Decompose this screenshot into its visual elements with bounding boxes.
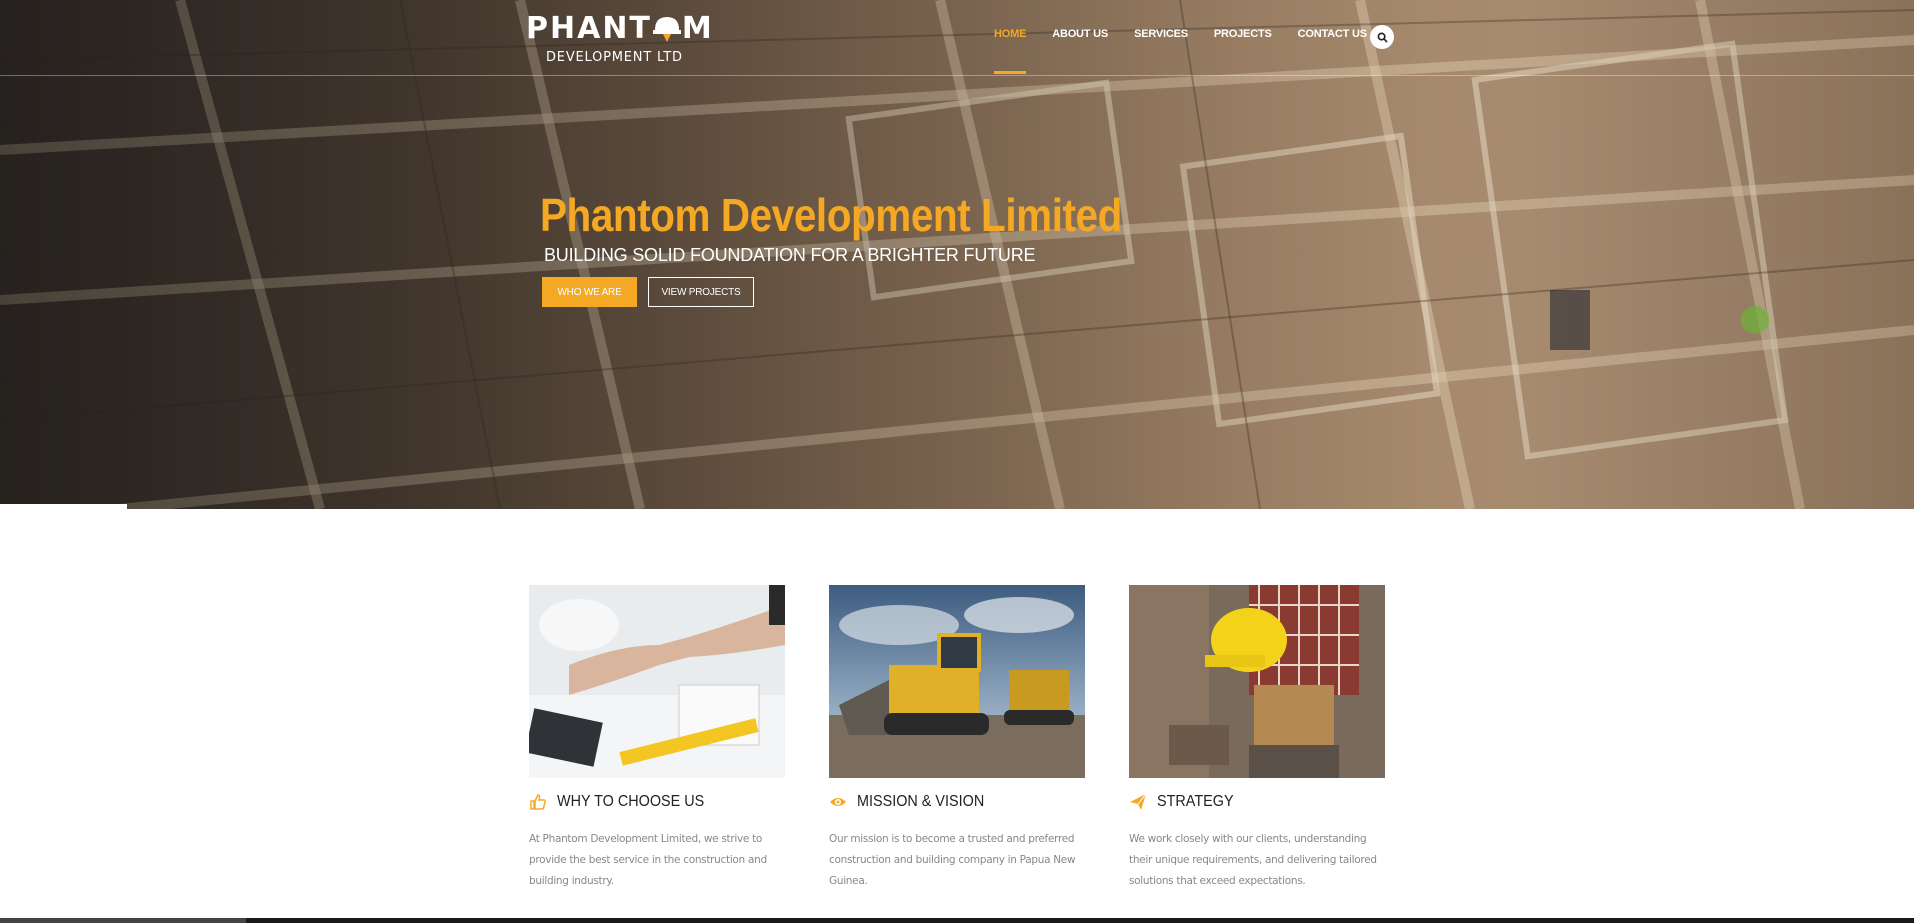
nav-services[interactable]: SERVICES [1134,28,1188,40]
feature-heading: MISSION & VISION [829,793,998,811]
nav-home[interactable]: HOME [994,28,1027,74]
feature-text: We work closely with our clients, unders… [1129,833,1377,887]
view-projects-button[interactable]: VIEW PROJECTS [648,277,754,307]
thumbs-up-icon [530,794,546,810]
logo-tagline: DEVELOPMENT LTD [546,50,683,65]
nav-about-us[interactable]: ABOUT US [1052,28,1108,40]
hero-subtitle: BUILDING SOLID FOUNDATION FOR A BRIGHTER… [544,245,1036,265]
feature-text: At Phantom Development Limited, we striv… [529,833,767,887]
nav-contact-us[interactable]: CONTACT US [1298,28,1367,40]
hero-banner: PHANT M DEVELOPMENT LTD HOME ABOUT US SER… [0,0,1914,509]
feature-title: MISSION & VISION [857,793,985,810]
handshake-photo [529,585,785,778]
logo[interactable]: PHANT M DEVELOPMENT LTD [526,12,722,68]
who-we-are-button[interactable]: WHO WE ARE [542,277,637,307]
logo-text: PHANT [526,11,652,46]
page-bottom-bar [0,918,1914,923]
feature-title: STRATEGY [1157,793,1234,810]
helmet-icon [652,13,682,43]
feature-heading: STRATEGY [1129,793,1242,811]
feature-strategy: STRATEGY We work closely with our client… [1129,585,1385,887]
search-button[interactable] [1370,25,1394,49]
bulldozer-photo [829,585,1085,778]
eye-icon [830,798,846,806]
worker-helmet-photo [1129,585,1385,778]
search-icon [1377,32,1388,43]
hero-title: Phantom Development Limited [540,189,1122,241]
main-nav: HOME ABOUT US SERVICES PROJECTS CONTACT … [994,28,1393,74]
feature-why-choose-us: WHY TO CHOOSE US At Phantom Development … [529,585,785,887]
header-divider [0,75,1914,76]
feature-text: Our mission is to become a trusted and p… [829,833,1076,887]
feature-heading: WHY TO CHOOSE US [529,793,721,811]
feature-title: WHY TO CHOOSE US [557,793,705,810]
nav-projects[interactable]: PROJECTS [1214,28,1272,40]
slider-progress [0,504,127,509]
logo-wordmark: PHANT M [526,11,714,46]
feature-mission-vision: MISSION & VISION Our mission is to becom… [829,585,1085,887]
paper-plane-icon [1130,793,1147,810]
